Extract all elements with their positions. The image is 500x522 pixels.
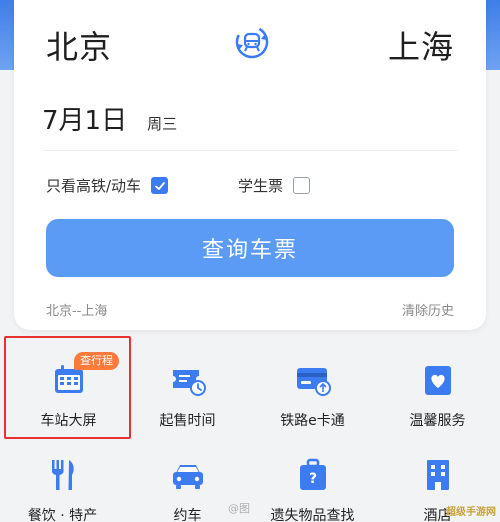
history-route[interactable]: 北京--上海	[46, 300, 107, 319]
service-sale-time[interactable]: 起售时间	[125, 338, 250, 433]
divider	[42, 150, 458, 151]
student-ticket-checkbox[interactable]	[293, 177, 311, 194]
high-speed-label: 只看高铁/动车	[46, 177, 142, 195]
hotel-icon	[426, 460, 449, 490]
corner-logo: 超级手游网	[446, 507, 496, 518]
student-ticket-option[interactable]: 学生票	[238, 175, 311, 196]
ticket-search-card: 北京 上海 7月1日 周三 只看高铁/动车 学生票 查询车票 北京--上海 清除…	[14, 0, 486, 330]
service-label: 餐饮 · 特产	[27, 508, 98, 522]
student-ticket-label: 学生票	[238, 177, 284, 195]
service-label: 铁路e卡通	[280, 413, 345, 429]
service-warm-service[interactable]: 温馨服务	[375, 338, 500, 433]
date-value: 7月1日	[42, 106, 128, 136]
lost-bag-icon: ?	[299, 458, 326, 490]
trip-check-badge: 查行程	[74, 352, 119, 370]
e-card-icon	[296, 368, 331, 396]
high-speed-checkbox[interactable]	[151, 177, 169, 194]
ticket-clock-icon	[172, 370, 206, 396]
watermark: @图	[228, 502, 250, 515]
train-swap-icon	[235, 25, 269, 59]
heart-box-icon	[424, 366, 451, 395]
search-history: 北京--上海 清除历史	[46, 300, 454, 319]
departure-city[interactable]: 北京	[46, 22, 112, 68]
service-label: 遗失物品查找	[270, 508, 355, 522]
service-label: 温馨服务	[409, 413, 466, 429]
svg-text:?: ?	[308, 471, 316, 487]
swap-cities-button[interactable]	[232, 22, 272, 62]
service-label: 约车	[173, 508, 202, 522]
query-tickets-button[interactable]: 查询车票	[46, 219, 454, 277]
service-label: 车站大屏	[40, 413, 97, 429]
weekday: 周三	[147, 115, 178, 133]
car-icon	[172, 465, 203, 489]
service-label: 起售时间	[159, 413, 216, 429]
checkmark-icon	[154, 181, 165, 190]
travel-date[interactable]: 7月1日 周三	[42, 100, 177, 137]
service-dining[interactable]: 餐饮 · 特产	[0, 433, 125, 522]
high-speed-only-option[interactable]: 只看高铁/动车	[46, 175, 169, 196]
service-e-card[interactable]: 铁路e卡通	[250, 338, 375, 433]
fork-knife-icon	[51, 460, 74, 490]
service-lost-found[interactable]: ? 遗失物品查找	[250, 433, 375, 522]
arrival-city[interactable]: 上海	[388, 22, 454, 68]
clear-history-button[interactable]: 清除历史	[402, 300, 454, 319]
